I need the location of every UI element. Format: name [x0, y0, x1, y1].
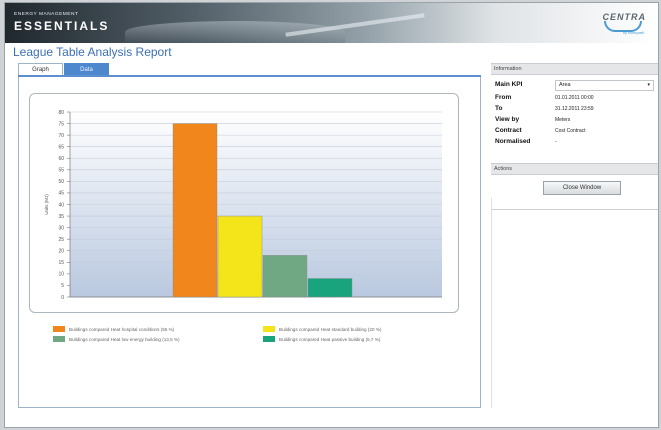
info-label: View by: [495, 116, 520, 123]
close-window-button[interactable]: Close Window: [543, 181, 621, 195]
info-value: Meters: [555, 117, 571, 123]
y-tick-label: 35: [58, 214, 64, 220]
information-section: Main KPI Area ▾ From 01.01.2011 00:00 To…: [491, 75, 658, 163]
logo-subtext: by Honeywell: [623, 31, 644, 35]
info-label: Contract: [495, 127, 522, 134]
y-tick-label: 20: [58, 249, 64, 255]
chart-container: 80 75 70 65 60 55 50 45 40 35 30 25 20 15 10 5 0 Units (M…: [29, 93, 459, 313]
y-tick-label: 65: [58, 144, 64, 150]
y-tick-label: 60: [58, 156, 64, 162]
y-tick-label: 50: [58, 179, 64, 185]
legend-label: Buildings compared Heat passive building…: [279, 336, 381, 342]
info-label: From: [495, 94, 512, 101]
legend-item: Buildings compared Heat hospital conditi…: [53, 325, 174, 333]
actions-header: Actions: [491, 163, 658, 175]
y-tick-label: 10: [58, 272, 64, 278]
view-tabs: Graph Data: [18, 63, 109, 77]
bar: [217, 215, 263, 298]
header-banner: ENERGY MANAGEMENT ESSENTIALS CENTRA by H…: [5, 3, 658, 43]
y-tick-label: 40: [58, 202, 64, 208]
info-value: 31.12.2011 23:59: [555, 106, 594, 112]
y-tick-label: 15: [58, 260, 64, 266]
bar: [307, 278, 353, 298]
legend-swatch: [53, 336, 65, 342]
info-value: 01.01.2011 00:00: [555, 95, 594, 101]
y-tick-label: 45: [58, 191, 64, 197]
y-tick-label: 70: [58, 133, 64, 139]
dropdown-arrow-icon: ▾: [647, 82, 650, 88]
info-label: Main KPI: [495, 81, 523, 88]
y-tick-label: 75: [58, 121, 64, 127]
main-kpi-value: Area: [559, 82, 571, 88]
info-value: Cost Contract: [555, 128, 586, 134]
info-value: -: [555, 139, 557, 145]
bar-chart: 80757065605550454035302520151050Units (M…: [44, 110, 442, 301]
report-window: ENERGY MANAGEMENT ESSENTIALS CENTRA by H…: [4, 2, 659, 428]
legend-label: Buildings compared Heat low energy build…: [69, 336, 180, 342]
legend-swatch: [263, 326, 275, 332]
legend-swatch: [263, 336, 275, 342]
brand-name: ESSENTIALS: [14, 19, 110, 33]
info-label: Normalised: [495, 138, 531, 145]
brand-small-text: ENERGY MANAGEMENT: [14, 12, 79, 17]
y-tick-label: 0: [61, 295, 64, 301]
legend-item: Buildings compared Heat passive building…: [263, 335, 380, 343]
bar: [172, 123, 218, 298]
y-tick-label: 30: [58, 225, 64, 231]
legend-item: Buildings compared Heat standard buildin…: [263, 325, 381, 333]
y-tick-label: 5: [61, 283, 64, 289]
info-label: To: [495, 105, 503, 112]
y-tick-label: 55: [58, 168, 64, 174]
y-tick-label: 80: [58, 110, 64, 116]
legend-swatch: [53, 326, 65, 332]
side-panel-empty-area: [491, 198, 658, 408]
legend-label: Buildings compared Heat standard buildin…: [279, 326, 382, 332]
centra-logo: CENTRA by Honeywell: [586, 9, 646, 35]
legend-item: Buildings compared Heat low energy build…: [53, 335, 180, 343]
main-kpi-select[interactable]: Area ▾: [555, 80, 654, 91]
bar: [262, 255, 308, 298]
page-title: League Table Analysis Report: [13, 45, 172, 59]
y-axis-label: Units (MJ): [44, 194, 49, 215]
y-tick-label: 25: [58, 237, 64, 243]
legend-label: Buildings compared Heat hospital conditi…: [69, 326, 175, 332]
information-header: Information: [491, 63, 658, 75]
side-panel: Information Main KPI Area ▾ From 01.01.2…: [491, 63, 658, 210]
